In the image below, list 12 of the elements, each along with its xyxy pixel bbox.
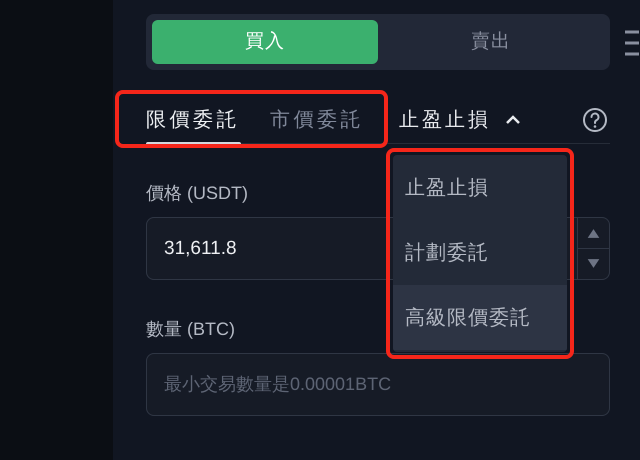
sell-button[interactable]: 賣出 <box>378 20 604 64</box>
menu-icon[interactable] <box>625 30 640 56</box>
stepper[interactable] <box>578 217 610 280</box>
order-tab[interactable]: 限價委託 <box>146 105 240 135</box>
help-icon[interactable] <box>582 107 608 133</box>
quantity-label: 數量 (BTC) <box>146 318 235 341</box>
menu-item[interactable]: 止盈止損 <box>393 155 567 220</box>
order-type-dropdown[interactable]: 止盈止損 <box>399 105 521 135</box>
quantity-field[interactable]: 最小交易數量是0.00001BTC <box>146 353 610 416</box>
menu-item[interactable]: 高級限價委託 <box>393 285 567 350</box>
price-label: 價格 (USDT) <box>146 182 248 205</box>
order-tab[interactable]: 市價委託 <box>270 105 364 135</box>
